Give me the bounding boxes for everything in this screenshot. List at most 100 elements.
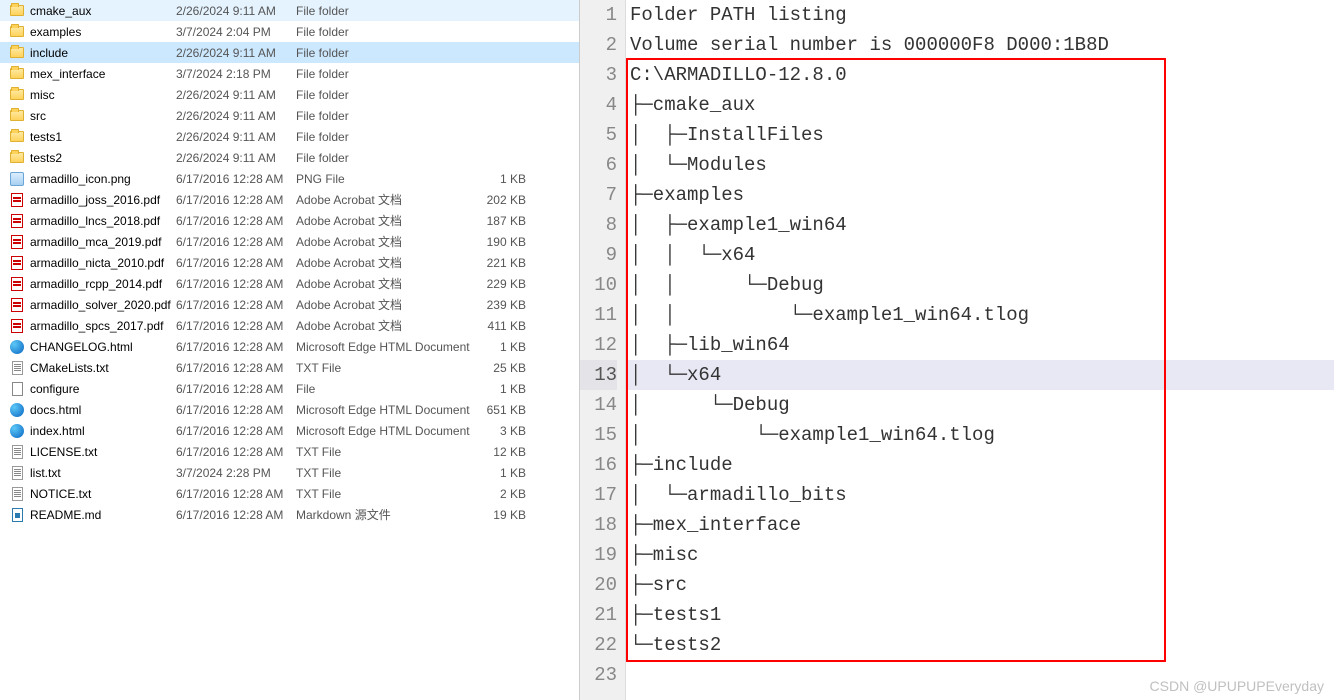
folder-icon: [8, 47, 26, 58]
code-line: ├─tests1: [626, 600, 1334, 630]
folder-icon: [8, 26, 26, 37]
file-row[interactable]: armadillo_lncs_2018.pdf6/17/2016 12:28 A…: [0, 210, 579, 231]
file-explorer-pane[interactable]: cmake_aux2/26/2024 9:11 AMFile folderexa…: [0, 0, 580, 700]
line-number: 17: [580, 480, 617, 510]
line-number: 18: [580, 510, 617, 540]
file-name: index.html: [26, 424, 176, 438]
file-name: README.md: [26, 508, 176, 522]
file-date: 6/17/2016 12:28 AM: [176, 319, 296, 333]
line-number: 9: [580, 240, 617, 270]
file-row[interactable]: LICENSE.txt6/17/2016 12:28 AMTXT File12 …: [0, 441, 579, 462]
line-number-gutter: 1234567891011121314151617181920212223: [580, 0, 626, 700]
line-number: 15: [580, 420, 617, 450]
line-number: 6: [580, 150, 617, 180]
line-number: 11: [580, 300, 617, 330]
file-row[interactable]: docs.html6/17/2016 12:28 AMMicrosoft Edg…: [0, 399, 579, 420]
line-number: 21: [580, 600, 617, 630]
file-row[interactable]: index.html6/17/2016 12:28 AMMicrosoft Ed…: [0, 420, 579, 441]
file-row[interactable]: examples3/7/2024 2:04 PMFile folder: [0, 21, 579, 42]
file-row[interactable]: mex_interface3/7/2024 2:18 PMFile folder: [0, 63, 579, 84]
file-type: File folder: [296, 130, 476, 144]
line-number: 13: [580, 360, 617, 390]
file-row[interactable]: README.md6/17/2016 12:28 AMMarkdown 源文件1…: [0, 504, 579, 525]
file-date: 6/17/2016 12:28 AM: [176, 256, 296, 270]
file-type: File folder: [296, 88, 476, 102]
file-date: 2/26/2024 9:11 AM: [176, 109, 296, 123]
file-type: TXT File: [296, 487, 476, 501]
file-date: 3/7/2024 2:28 PM: [176, 466, 296, 480]
line-number: 22: [580, 630, 617, 660]
file-type: TXT File: [296, 445, 476, 459]
file-name: armadillo_nicta_2010.pdf: [26, 256, 176, 270]
file-row[interactable]: tests22/26/2024 9:11 AMFile folder: [0, 147, 579, 168]
file-type: Microsoft Edge HTML Document: [296, 424, 476, 438]
file-type: Microsoft Edge HTML Document: [296, 340, 476, 354]
html-icon: [8, 403, 26, 417]
file-name: tests1: [26, 130, 176, 144]
file-date: 6/17/2016 12:28 AM: [176, 445, 296, 459]
file-row[interactable]: cmake_aux2/26/2024 9:11 AMFile folder: [0, 0, 579, 21]
file-type: PNG File: [296, 172, 476, 186]
file-size: 1 KB: [476, 466, 536, 480]
file-name: armadillo_icon.png: [26, 172, 176, 186]
file-type: Adobe Acrobat 文档: [296, 233, 476, 250]
file-type: Adobe Acrobat 文档: [296, 275, 476, 292]
file-row[interactable]: armadillo_rcpp_2014.pdf6/17/2016 12:28 A…: [0, 273, 579, 294]
code-line: │ ├─example1_win64: [626, 210, 1334, 240]
file-type: Adobe Acrobat 文档: [296, 317, 476, 334]
file-row[interactable]: src2/26/2024 9:11 AMFile folder: [0, 105, 579, 126]
code-line: ├─misc: [626, 540, 1334, 570]
text-editor-pane[interactable]: 1234567891011121314151617181920212223 Fo…: [580, 0, 1334, 700]
file-row[interactable]: configure6/17/2016 12:28 AMFile1 KB: [0, 378, 579, 399]
line-number: 5: [580, 120, 617, 150]
file-date: 6/17/2016 12:28 AM: [176, 340, 296, 354]
pdf-icon: [8, 277, 26, 291]
code-line: Volume serial number is 000000F8 D000:1B…: [626, 30, 1334, 60]
file-type: File: [296, 382, 476, 396]
folder-icon: [8, 131, 26, 142]
file-row[interactable]: CMakeLists.txt6/17/2016 12:28 AMTXT File…: [0, 357, 579, 378]
file-name: CHANGELOG.html: [26, 340, 176, 354]
line-number: 14: [580, 390, 617, 420]
code-line: │ └─x64: [626, 360, 1334, 390]
pdf-icon: [8, 298, 26, 312]
file-name: docs.html: [26, 403, 176, 417]
code-line: ├─examples: [626, 180, 1334, 210]
file-date: 6/17/2016 12:28 AM: [176, 193, 296, 207]
file-type: File folder: [296, 4, 476, 18]
file-row[interactable]: armadillo_joss_2016.pdf6/17/2016 12:28 A…: [0, 189, 579, 210]
file-size: 229 KB: [476, 277, 536, 291]
file-type: File folder: [296, 25, 476, 39]
file-row[interactable]: armadillo_spcs_2017.pdf6/17/2016 12:28 A…: [0, 315, 579, 336]
file-type: File folder: [296, 109, 476, 123]
file-size: 239 KB: [476, 298, 536, 312]
folder-icon: [8, 110, 26, 121]
file-row[interactable]: NOTICE.txt6/17/2016 12:28 AMTXT File2 KB: [0, 483, 579, 504]
file-row[interactable]: armadillo_solver_2020.pdf6/17/2016 12:28…: [0, 294, 579, 315]
file-row[interactable]: armadillo_mca_2019.pdf6/17/2016 12:28 AM…: [0, 231, 579, 252]
file-name: armadillo_solver_2020.pdf: [26, 298, 176, 312]
file-date: 2/26/2024 9:11 AM: [176, 151, 296, 165]
file-type: File folder: [296, 67, 476, 81]
file-row[interactable]: include2/26/2024 9:11 AMFile folder: [0, 42, 579, 63]
line-number: 12: [580, 330, 617, 360]
file-name: misc: [26, 88, 176, 102]
file-row[interactable]: misc2/26/2024 9:11 AMFile folder: [0, 84, 579, 105]
file-date: 6/17/2016 12:28 AM: [176, 298, 296, 312]
file-date: 6/17/2016 12:28 AM: [176, 361, 296, 375]
code-area[interactable]: Folder PATH listingVolume serial number …: [626, 0, 1334, 700]
file-row[interactable]: CHANGELOG.html6/17/2016 12:28 AMMicrosof…: [0, 336, 579, 357]
file-name: include: [26, 46, 176, 60]
watermark: CSDN @UPUPUPEveryday: [1150, 678, 1324, 694]
code-line: ├─src: [626, 570, 1334, 600]
file-size: 187 KB: [476, 214, 536, 228]
txt-icon: [8, 361, 26, 375]
file-type: Adobe Acrobat 文档: [296, 296, 476, 313]
file-row[interactable]: list.txt3/7/2024 2:28 PMTXT File1 KB: [0, 462, 579, 483]
file-row[interactable]: armadillo_nicta_2010.pdf6/17/2016 12:28 …: [0, 252, 579, 273]
file-row[interactable]: armadillo_icon.png6/17/2016 12:28 AMPNG …: [0, 168, 579, 189]
file-size: 1 KB: [476, 340, 536, 354]
code-line: │ │ └─example1_win64.tlog: [626, 300, 1334, 330]
code-line: Folder PATH listing: [626, 0, 1334, 30]
file-row[interactable]: tests12/26/2024 9:11 AMFile folder: [0, 126, 579, 147]
